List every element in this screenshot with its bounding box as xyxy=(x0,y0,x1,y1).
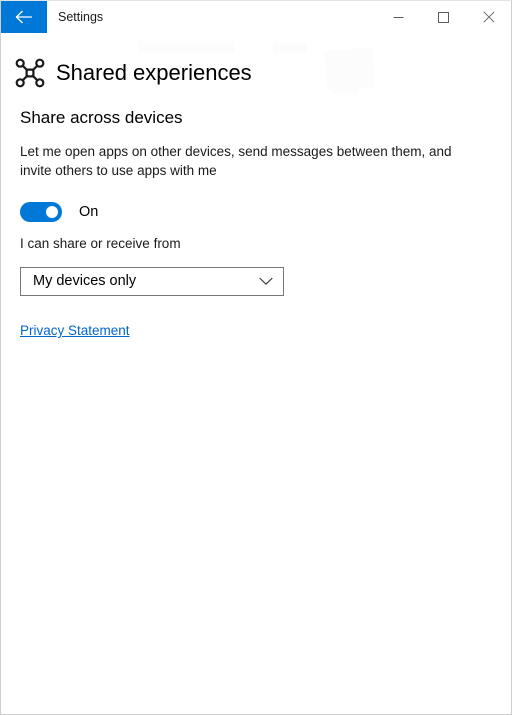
share-across-devices-toggle[interactable] xyxy=(20,202,62,222)
background-artifact xyxy=(324,47,376,91)
background-artifact xyxy=(139,41,235,53)
section-heading: Share across devices xyxy=(20,108,183,127)
close-icon xyxy=(482,11,495,23)
toggle-knob xyxy=(46,206,58,218)
toggle-state-label: On xyxy=(79,203,99,220)
chevron-down-icon xyxy=(259,277,273,286)
share-across-devices-toggle-row: On xyxy=(20,202,499,222)
settings-content: Share across devices Let me open apps on… xyxy=(20,107,499,340)
minimize-icon xyxy=(393,12,404,23)
section-description: Let me open apps on other devices, send … xyxy=(20,144,452,178)
window-title: Settings xyxy=(58,10,104,24)
settings-window: Settings Shared experiences Share across… xyxy=(0,0,512,715)
back-arrow-icon xyxy=(13,9,35,25)
minimize-button[interactable] xyxy=(376,1,421,33)
page-header: Shared experiences xyxy=(13,53,252,93)
page-title: Shared experiences xyxy=(56,60,252,85)
dropdown-label: I can share or receive from xyxy=(20,236,181,251)
back-button[interactable] xyxy=(1,1,47,33)
background-artifact xyxy=(333,73,359,95)
dropdown-selected-value: My devices only xyxy=(33,273,137,290)
close-button[interactable] xyxy=(466,1,511,33)
shared-experiences-hub-icon xyxy=(13,56,47,90)
privacy-statement-link[interactable]: Privacy Statement xyxy=(20,322,130,340)
share-receive-from-dropdown[interactable]: My devices only xyxy=(20,267,284,296)
maximize-icon xyxy=(438,11,449,23)
background-artifact xyxy=(273,43,307,53)
title-bar: Settings xyxy=(1,1,511,33)
maximize-button[interactable] xyxy=(421,1,466,33)
